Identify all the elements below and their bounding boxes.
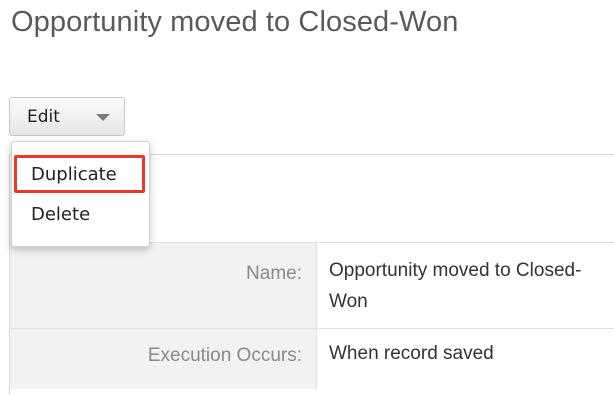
edit-dropdown-menu: Duplicate Delete: [11, 141, 150, 247]
page-title: Opportunity moved to Closed-Won: [11, 6, 459, 38]
caret-down-icon[interactable]: [96, 114, 110, 121]
detail-row-name: Name: Opportunity moved to Closed-Won: [10, 242, 614, 329]
menu-item-delete[interactable]: Delete: [31, 204, 90, 225]
edit-button-label: Edit: [27, 107, 60, 127]
name-value: Opportunity moved to Closed-Won: [329, 260, 582, 312]
edit-button[interactable]: Edit: [9, 97, 125, 136]
menu-item-duplicate[interactable]: Duplicate: [31, 164, 117, 185]
detail-label-cell: Name:: [10, 243, 317, 329]
detail-label-cell: Execution Occurs:: [10, 329, 317, 389]
execution-occurs-value: When record saved: [329, 343, 494, 364]
detail-row-execution-occurs: Execution Occurs: When record saved: [10, 328, 614, 389]
execution-occurs-label: Execution Occurs:: [147, 345, 302, 366]
name-label: Name:: [246, 263, 302, 284]
